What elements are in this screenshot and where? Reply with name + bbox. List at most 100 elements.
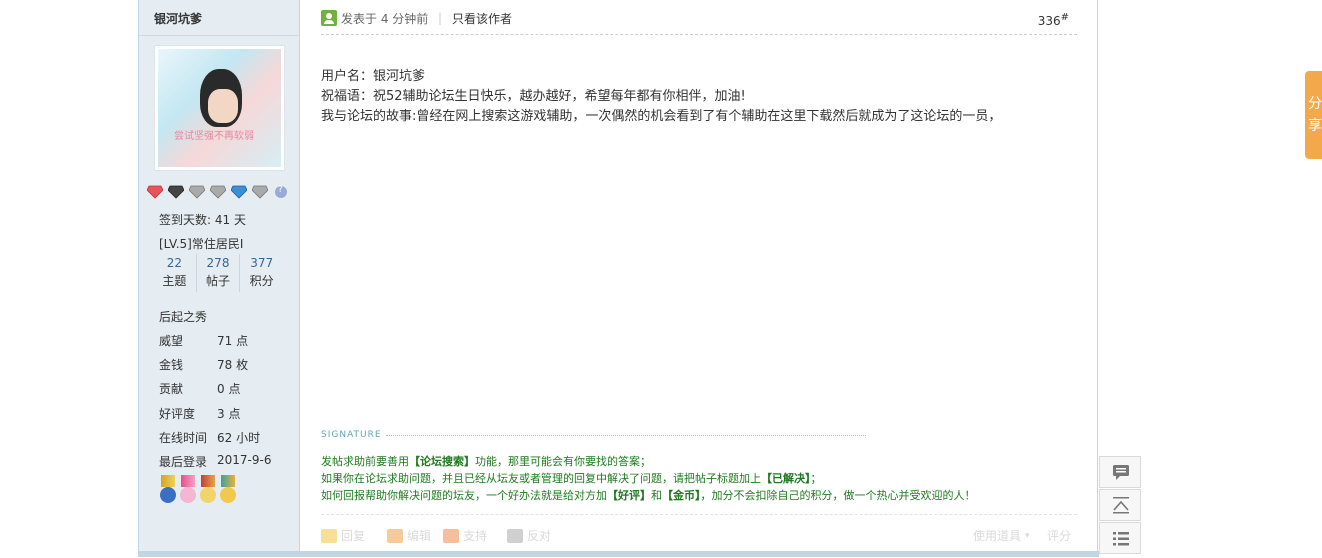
reply-icon bbox=[321, 528, 337, 543]
field-value: 0 点 bbox=[217, 382, 241, 396]
list-icon bbox=[1113, 532, 1129, 546]
field-value: 62 小时 bbox=[217, 431, 261, 445]
sig-bold: 【论坛搜索】 bbox=[409, 455, 475, 468]
field-value: 2017-9-6 bbox=[217, 453, 272, 467]
post-actions: 回复 编辑 支持 反对 使用道具 ▾ 评分 bbox=[321, 514, 1077, 554]
share-tab-label: 分享 bbox=[1308, 96, 1322, 134]
field-money: 金钱 78 枚 bbox=[159, 356, 248, 373]
avatar[interactable]: 尝试坚强不再软弱 bbox=[154, 45, 285, 171]
field-key: 贡献 bbox=[159, 382, 184, 396]
field-key: 在线时间 bbox=[159, 431, 208, 445]
edit-button[interactable]: 编辑 bbox=[387, 527, 431, 544]
field-key: 金钱 bbox=[159, 358, 184, 372]
help-icon-glyph: ? bbox=[278, 185, 283, 195]
floor-value: 336 bbox=[1037, 14, 1061, 28]
use-tools-menu[interactable]: 使用道具 ▾ bbox=[973, 527, 1030, 544]
content-line: 我与论坛的故事:曾经在网上搜索这游戏辅助，一次偶然的机会看到了有个辅助在这里下载… bbox=[321, 109, 1002, 124]
red-gem-icon[interactable] bbox=[147, 185, 163, 199]
sig-text: 功能，那里可能会有你要找的答案； bbox=[475, 455, 651, 468]
field-value: 3 点 bbox=[217, 407, 241, 421]
oppose-button[interactable]: 反对 bbox=[507, 527, 551, 544]
header-separator: | bbox=[438, 11, 443, 25]
signature-divider bbox=[385, 434, 866, 436]
count-num: 278 bbox=[206, 256, 230, 270]
count-label: 主题 bbox=[162, 274, 187, 288]
quick-reply-button[interactable] bbox=[1099, 456, 1141, 488]
rate-button[interactable]: 评分 bbox=[1047, 527, 1071, 544]
field-contribution: 贡献 0 点 bbox=[159, 380, 240, 397]
signature-line: 发帖求助前要善用【论坛搜索】功能，那里可能会有你要找的答案； bbox=[321, 453, 976, 470]
help-icon[interactable]: ? bbox=[273, 185, 289, 199]
count-posts[interactable]: 278 帖子 bbox=[195, 254, 240, 292]
reply-button[interactable]: 回复 bbox=[321, 527, 365, 544]
field-value: 71 点 bbox=[217, 334, 249, 348]
gray-gem-icon[interactable] bbox=[252, 185, 268, 199]
gray-gem-icon[interactable] bbox=[210, 185, 226, 199]
author-only-link[interactable]: 只看该作者 bbox=[452, 10, 512, 27]
rate-label: 评分 bbox=[1047, 529, 1072, 543]
avatar-caption: 尝试坚强不再软弱 bbox=[174, 131, 254, 142]
post-time: 发表于 4 分钟前 bbox=[341, 12, 429, 26]
user-group[interactable]: 后起之秀 bbox=[159, 308, 207, 325]
sig-text: 如果你在论坛求助问题，并且已经从坛友或者管理的回复中解决了问题，请把帖子标题加上 bbox=[321, 472, 761, 485]
thumb-up-icon bbox=[443, 528, 459, 543]
user-level-link[interactable]: [LV.5]常住居民I bbox=[159, 235, 243, 252]
field-key: 好评度 bbox=[159, 407, 196, 421]
content-line: 用户名：银河坑爹 bbox=[321, 69, 426, 84]
edit-label: 编辑 bbox=[407, 529, 432, 543]
floor-number[interactable]: 336# bbox=[1038, 12, 1069, 28]
count-label: 帖子 bbox=[206, 274, 231, 288]
medal-icon[interactable] bbox=[159, 475, 177, 507]
post-frame: 银河坑爹 尝试坚强不再软弱 ? 签到天数: 41 天 [LV.5]常住居民I 2… bbox=[138, 0, 1099, 557]
side-toolbar bbox=[1099, 456, 1141, 555]
medal-icon[interactable] bbox=[219, 475, 237, 507]
user-counts: 22 主题 278 帖子 377 积分 bbox=[153, 254, 283, 292]
post-bottom-border bbox=[139, 551, 1099, 557]
pencil-icon bbox=[387, 528, 403, 543]
sig-text: ； bbox=[810, 472, 822, 485]
back-to-top-button[interactable] bbox=[1099, 489, 1141, 521]
support-button[interactable]: 支持 bbox=[443, 527, 487, 544]
gray-gem-icon[interactable] bbox=[189, 185, 205, 199]
signature-line: 如果你在论坛求助问题，并且已经从坛友或者管理的回复中解决了问题，请把帖子标题加上… bbox=[321, 470, 976, 487]
blue-gem-icon[interactable] bbox=[231, 185, 247, 199]
medal-list bbox=[159, 475, 237, 507]
sign-days: 签到天数: 41 天 bbox=[159, 213, 246, 227]
arrow-up-icon bbox=[1113, 497, 1129, 514]
signature-label-text: SIGNATURE bbox=[321, 430, 382, 440]
medal-icon[interactable] bbox=[199, 475, 217, 507]
share-tab[interactable]: 分享 bbox=[1305, 71, 1322, 159]
post-main: 发表于 4 分钟前 | 只看该作者 336# 用户名：银河坑爹 祝福语：祝52辅… bbox=[301, 0, 1097, 557]
sig-text: 如何回报帮助你解决问题的坛友，一个好办法就是给对方加 bbox=[321, 489, 607, 502]
black-gem-icon[interactable] bbox=[168, 185, 184, 199]
count-threads[interactable]: 22 主题 bbox=[153, 254, 196, 292]
author-sidebar: 银河坑爹 尝试坚强不再软弱 ? 签到天数: 41 天 [LV.5]常住居民I 2… bbox=[139, 0, 300, 557]
sig-text: ，加分不会扣除自己的积分，做一个热心并受欢迎的人！ bbox=[700, 489, 976, 502]
back-to-list-button[interactable] bbox=[1099, 522, 1141, 554]
author-name-link[interactable]: 银河坑爹 bbox=[154, 10, 202, 27]
user-online-icon bbox=[321, 10, 337, 26]
sig-text: 发帖求助前要善用 bbox=[321, 455, 409, 468]
sig-bold: 【已解决】 bbox=[761, 472, 811, 485]
use-tools-label: 使用道具 bbox=[973, 529, 1022, 543]
field-value: 78 枚 bbox=[217, 358, 249, 372]
sig-bold: 【金币】 bbox=[662, 489, 701, 502]
avatar-face bbox=[208, 89, 238, 123]
count-num: 22 bbox=[166, 256, 182, 270]
avatar-image: 尝试坚强不再软弱 bbox=[158, 49, 281, 167]
count-label: 积分 bbox=[249, 274, 274, 288]
post-content: 用户名：银河坑爹 祝福语：祝52辅助论坛生日快乐，越办越好，希望每年都有你相伴，… bbox=[321, 67, 1081, 127]
sig-bold: 【好评】 bbox=[607, 489, 651, 502]
count-num: 377 bbox=[250, 256, 274, 270]
oppose-label: 反对 bbox=[527, 529, 552, 543]
divider bbox=[139, 35, 299, 36]
count-points[interactable]: 377 积分 bbox=[239, 254, 283, 292]
field-last-login: 最后登录 2017-9-6 bbox=[159, 453, 271, 470]
content-line: 祝福语：祝52辅助论坛生日快乐，越办越好，希望每年都有你相伴，加油! bbox=[321, 89, 746, 104]
chevron-down-icon: ▾ bbox=[1025, 530, 1030, 541]
medal-icon[interactable] bbox=[179, 475, 197, 507]
post-header: 发表于 4 分钟前 | 只看该作者 336# bbox=[321, 8, 1077, 35]
sig-text: 和 bbox=[651, 489, 662, 502]
level-gems: ? bbox=[147, 185, 289, 199]
signature-line: 如何回报帮助你解决问题的坛友，一个好办法就是给对方加【好评】和【金币】，加分不会… bbox=[321, 487, 976, 504]
